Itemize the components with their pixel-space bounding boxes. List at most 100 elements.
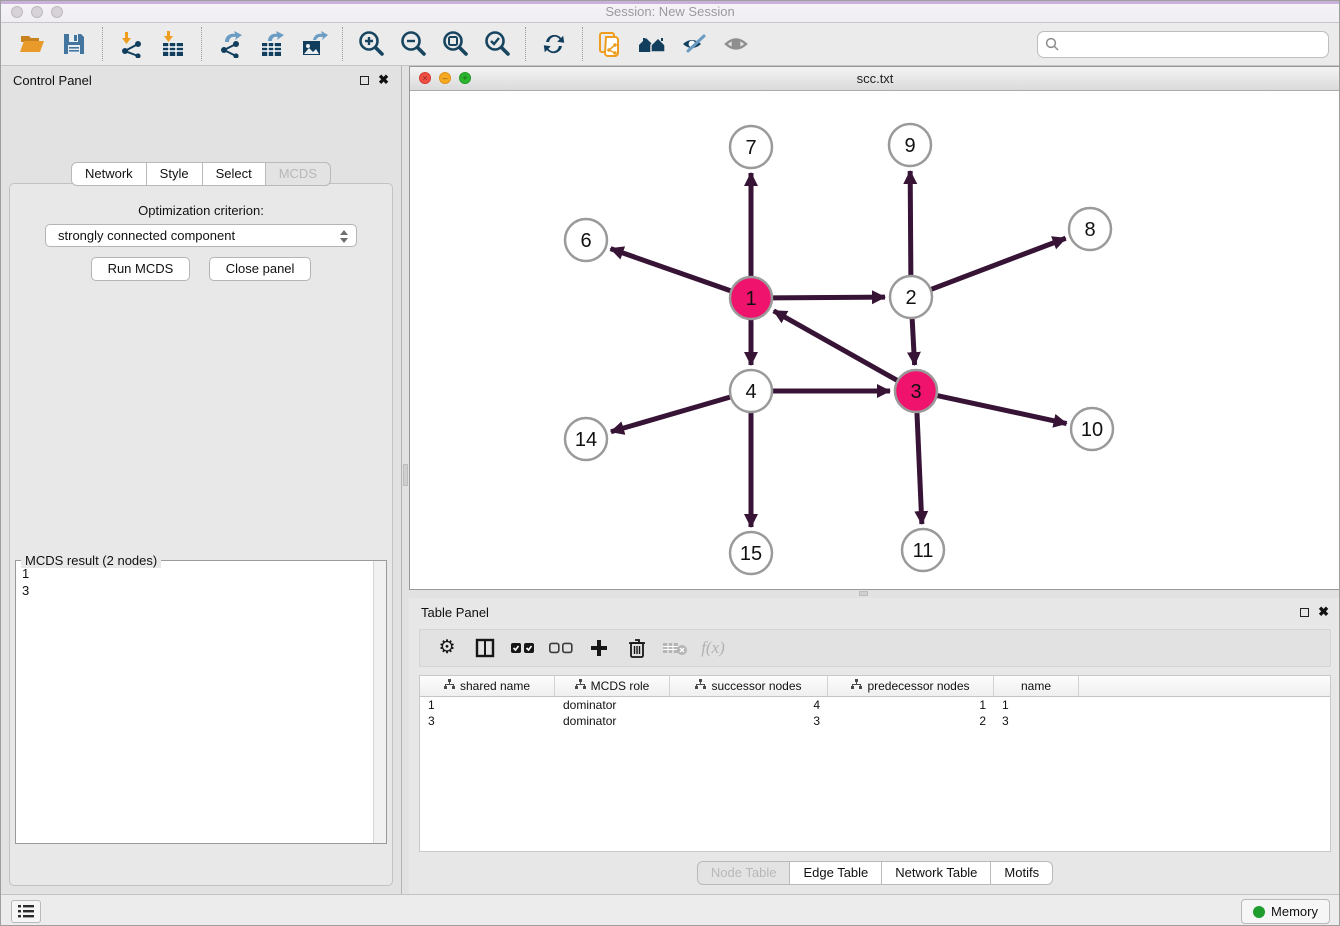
- window-minimize-button[interactable]: [31, 6, 43, 18]
- edge-1-2[interactable]: [772, 297, 885, 298]
- tab-node-table[interactable]: Node Table: [697, 861, 791, 885]
- node-4[interactable]: 4: [730, 370, 772, 412]
- network-window-titlebar[interactable]: × – + scc.txt: [410, 67, 1340, 91]
- edge-2-8[interactable]: [931, 238, 1066, 289]
- vertical-splitter[interactable]: [402, 66, 409, 894]
- edge-2-9[interactable]: [910, 171, 911, 276]
- clone-network-icon[interactable]: [593, 26, 629, 62]
- node-7[interactable]: 7: [730, 126, 772, 168]
- column-header-predecessor-nodes[interactable]: predecessor nodes: [828, 676, 994, 696]
- column-label: successor nodes: [711, 679, 801, 693]
- close-panel-button[interactable]: Close panel: [209, 257, 312, 281]
- optimization-criterion-select[interactable]: strongly connected component: [45, 224, 357, 247]
- table-cell[interactable]: 4: [670, 697, 828, 713]
- node-8[interactable]: 8: [1069, 208, 1111, 250]
- export-network-icon[interactable]: [212, 26, 248, 62]
- float-table-panel-icon[interactable]: [1300, 608, 1309, 617]
- search-input[interactable]: [1037, 31, 1329, 58]
- table-cell[interactable]: dominator: [555, 713, 670, 729]
- table-cell[interactable]: 1: [994, 697, 1079, 713]
- network-maximize-button[interactable]: +: [459, 72, 471, 84]
- node-label: 7: [745, 137, 756, 159]
- deselect-all-checks-icon[interactable]: [546, 633, 576, 663]
- export-table-icon[interactable]: [254, 26, 290, 62]
- status-bar: Memory: [1, 894, 1339, 926]
- column-header-name[interactable]: name: [994, 676, 1079, 696]
- table-panel-header: Table Panel ✖: [409, 598, 1340, 626]
- save-session-icon[interactable]: [56, 26, 92, 62]
- zoom-out-icon[interactable]: [395, 26, 431, 62]
- table-cell[interactable]: 3: [670, 713, 828, 729]
- node-2[interactable]: 2: [890, 276, 932, 318]
- hide-selected-icon[interactable]: [677, 26, 713, 62]
- network-canvas[interactable]: 7 9 6 8 1 2 4 3 14 10 15 11: [410, 91, 1340, 589]
- node-1[interactable]: 1: [730, 277, 772, 319]
- table-cell[interactable]: dominator: [555, 697, 670, 713]
- network-view-window: × – + scc.txt 7 9 6 8 1 2 4 3 14 10 15 11: [409, 66, 1340, 590]
- node-15[interactable]: 15: [730, 532, 772, 574]
- node-14[interactable]: 14: [565, 418, 607, 460]
- mcds-result-text[interactable]: 13: [16, 563, 372, 843]
- node-11[interactable]: 11: [902, 529, 944, 571]
- export-image-icon[interactable]: [296, 26, 332, 62]
- zoom-in-icon[interactable]: [353, 26, 389, 62]
- delete-row-icon[interactable]: [622, 633, 652, 663]
- import-table-icon[interactable]: [155, 26, 191, 62]
- zoom-fit-icon[interactable]: [437, 26, 473, 62]
- node-6[interactable]: 6: [565, 219, 607, 261]
- memory-button[interactable]: Memory: [1241, 899, 1330, 924]
- table-cell[interactable]: 1: [420, 697, 555, 713]
- column-header-MCDS-role[interactable]: MCDS role: [555, 676, 670, 696]
- network-minimize-button[interactable]: –: [439, 72, 451, 84]
- horizontal-splitter[interactable]: [409, 590, 1340, 598]
- edge-2-3[interactable]: [912, 318, 915, 365]
- table-cell[interactable]: 3: [994, 713, 1079, 729]
- show-all-icon[interactable]: [719, 26, 755, 62]
- tab-select[interactable]: Select: [203, 162, 266, 186]
- edge-4-14[interactable]: [611, 397, 731, 432]
- close-panel-icon[interactable]: ✖: [378, 75, 389, 85]
- tab-motifs[interactable]: Motifs: [991, 861, 1053, 885]
- horizontal-splitter-handle[interactable]: [859, 591, 868, 596]
- window-zoom-button[interactable]: [51, 6, 63, 18]
- column-label: predecessor nodes: [867, 679, 969, 693]
- column-header-shared-name[interactable]: shared name: [420, 676, 555, 696]
- first-neighbors-icon[interactable]: [635, 26, 671, 62]
- tab-network[interactable]: Network: [71, 162, 147, 186]
- node-10[interactable]: 10: [1071, 408, 1113, 450]
- task-history-button[interactable]: [11, 900, 41, 923]
- float-panel-icon[interactable]: [360, 76, 369, 85]
- network-close-button[interactable]: ×: [419, 72, 431, 84]
- column-label: name: [1021, 679, 1051, 693]
- tab-mcds[interactable]: MCDS: [266, 162, 331, 186]
- vertical-splitter-handle[interactable]: [403, 464, 408, 486]
- application-window: Session: New Session: [0, 0, 1340, 926]
- window-close-button[interactable]: [11, 6, 23, 18]
- import-network-icon[interactable]: [113, 26, 149, 62]
- select-all-checks-icon[interactable]: [508, 633, 538, 663]
- node-3[interactable]: 3: [895, 370, 937, 412]
- close-table-panel-icon[interactable]: ✖: [1318, 607, 1329, 617]
- tab-style[interactable]: Style: [147, 162, 203, 186]
- edge-3-11[interactable]: [917, 412, 922, 524]
- edge-1-6[interactable]: [611, 249, 732, 291]
- table-cell[interactable]: 1: [828, 697, 994, 713]
- tab-edge-table[interactable]: Edge Table: [790, 861, 882, 885]
- table-settings-icon[interactable]: ⚙: [432, 633, 462, 663]
- edge-3-1[interactable]: [774, 311, 898, 381]
- result-scrollbar[interactable]: [373, 561, 386, 843]
- zoom-selected-icon[interactable]: [479, 26, 515, 62]
- add-row-icon[interactable]: [584, 633, 614, 663]
- tab-network-table[interactable]: Network Table: [882, 861, 991, 885]
- edge-3-10[interactable]: [937, 395, 1067, 423]
- column-selector-icon[interactable]: [470, 633, 500, 663]
- table-row[interactable]: 3dominator323: [420, 713, 1330, 729]
- table-row[interactable]: 1dominator411: [420, 697, 1330, 713]
- run-mcds-button[interactable]: Run MCDS: [91, 257, 191, 281]
- column-header-successor-nodes[interactable]: successor nodes: [670, 676, 828, 696]
- table-cell[interactable]: 3: [420, 713, 555, 729]
- open-file-icon[interactable]: [14, 26, 50, 62]
- node-9[interactable]: 9: [889, 124, 931, 166]
- table-cell[interactable]: 2: [828, 713, 994, 729]
- refresh-icon[interactable]: [536, 26, 572, 62]
